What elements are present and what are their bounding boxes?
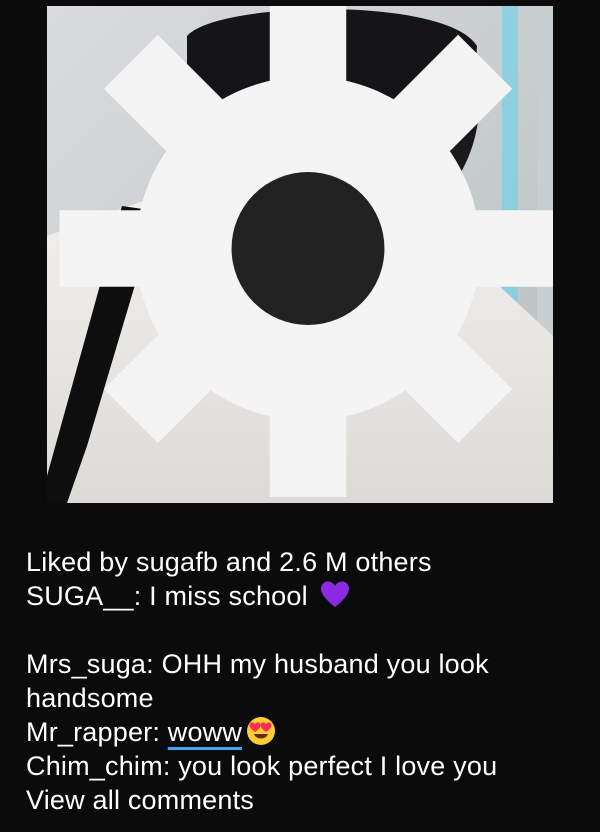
caption-line: SUGA__: I miss school	[26, 579, 586, 613]
caption-username[interactable]: SUGA__	[26, 581, 134, 611]
comment-username[interactable]: Mrs_suga	[26, 649, 146, 679]
caption-text: I miss school	[149, 581, 308, 611]
comment-text: you look perfect I love you	[178, 751, 498, 781]
comment-separator: :	[152, 717, 168, 747]
comment-separator: :	[162, 751, 179, 781]
comment-item: Chim_chim: you look perfect I love you	[26, 749, 586, 783]
post-caption-area: Liked by sugafb and 2.6 M others SUGA__:…	[26, 545, 586, 817]
comment-text-link[interactable]: woww	[168, 717, 242, 747]
comment-separator: :	[146, 649, 162, 679]
purple-heart-icon	[320, 581, 349, 607]
caption-separator: :	[133, 581, 150, 611]
comment-item: Mr_rapper: woww	[26, 715, 586, 749]
comment-item: Mrs_suga: OHH my husband you look handso…	[26, 647, 566, 715]
post-photo[interactable]	[47, 6, 553, 503]
gear-icon[interactable]	[55, 6, 553, 497]
heart-eyes-emoji-icon	[247, 717, 276, 745]
view-all-comments-link[interactable]: View all comments	[26, 783, 586, 817]
likes-count[interactable]: Liked by sugafb and 2.6 M others	[26, 545, 586, 579]
comment-username[interactable]: Mr_rapper	[26, 717, 152, 747]
comment-username[interactable]: Chim_chim	[26, 751, 163, 781]
